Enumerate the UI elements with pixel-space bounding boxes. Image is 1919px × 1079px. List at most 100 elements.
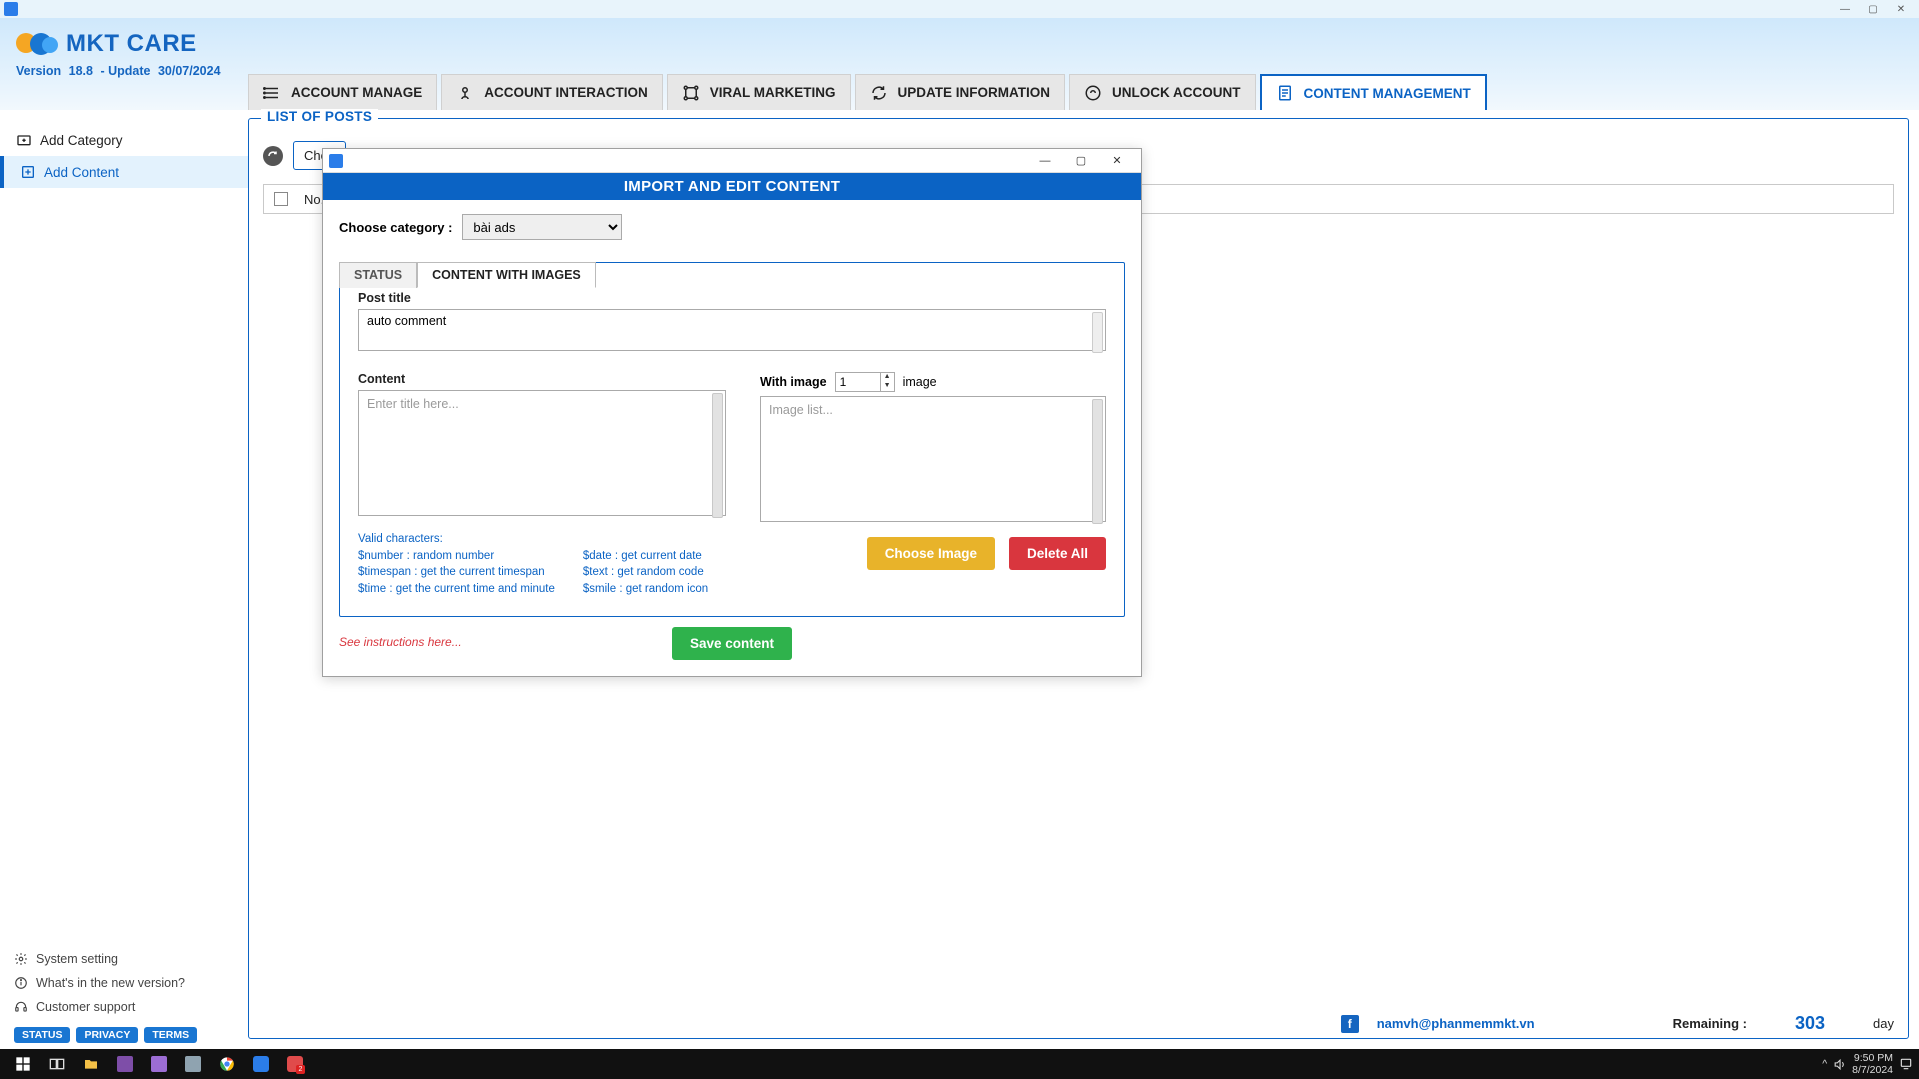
window-minimize-button[interactable]: — [1831, 1, 1859, 17]
select-all-checkbox[interactable] [274, 192, 288, 206]
hint-item: $number : random number [358, 548, 555, 565]
panel-title: LIST OF POSTS [261, 109, 378, 124]
tab-label: UNLOCK ACCOUNT [1112, 85, 1241, 100]
see-instructions-link[interactable]: See instructions here... [339, 635, 462, 649]
link-system-setting[interactable]: System setting [14, 947, 234, 971]
list-icon [263, 84, 281, 102]
choose-category-label: Choose category : [339, 220, 452, 235]
spinner-down[interactable]: ▼ [881, 382, 894, 391]
valid-characters-hints: Valid characters: $number : random numbe… [358, 531, 726, 598]
window-close-button[interactable]: ✕ [1887, 1, 1915, 17]
sidebar-item-label: Add Content [44, 165, 119, 180]
headset-icon [14, 1000, 28, 1014]
badge-status[interactable]: STATUS [14, 1027, 70, 1043]
link-whats-new[interactable]: What's in the new version? [14, 971, 234, 995]
subtab-content-with-images[interactable]: CONTENT WITH IMAGES [417, 262, 596, 288]
refresh-icon [870, 84, 888, 102]
badge-privacy[interactable]: PRIVACY [76, 1027, 138, 1043]
tray-chevron-icon[interactable]: ^ [1822, 1058, 1827, 1070]
subtab-status[interactable]: STATUS [339, 262, 417, 288]
choose-image-button[interactable]: Choose Image [867, 537, 995, 570]
sidebar-item-add-category[interactable]: Add Category [0, 124, 248, 156]
hint-item: $text : get random code [583, 564, 708, 581]
remaining-label: Remaining : [1673, 1016, 1747, 1031]
modal-app-icon [329, 154, 343, 168]
tab-update-information[interactable]: UPDATE INFORMATION [855, 74, 1066, 110]
post-title-input[interactable] [358, 309, 1106, 351]
post-title-label: Post title [358, 291, 1106, 305]
image-count-input[interactable] [835, 372, 881, 392]
file-explorer-icon[interactable] [74, 1051, 108, 1077]
badge-terms[interactable]: TERMS [144, 1027, 197, 1043]
app-name: MKT CARE [66, 30, 197, 58]
tray-date: 8/7/2024 [1852, 1064, 1893, 1076]
scrollbar-stub[interactable] [1092, 399, 1103, 524]
link-customer-support[interactable]: Customer support [14, 995, 234, 1019]
tray-volume-icon[interactable] [1833, 1058, 1846, 1071]
system-tray[interactable]: ^ 9:50 PM 8/7/2024 [1822, 1052, 1913, 1076]
os-taskbar: 2 ^ 9:50 PM 8/7/2024 [0, 1049, 1919, 1079]
hint-item: $date : get current date [583, 548, 708, 565]
start-button[interactable] [6, 1051, 40, 1077]
app-icon-4[interactable] [244, 1051, 278, 1077]
app-icon-3[interactable] [176, 1051, 210, 1077]
facebook-icon[interactable]: f [1341, 1015, 1359, 1033]
content-frame: STATUS CONTENT WITH IMAGES Post title Co… [339, 262, 1125, 617]
tab-unlock-account[interactable]: UNLOCK ACCOUNT [1069, 74, 1256, 110]
link-label: System setting [36, 952, 118, 966]
chrome-icon[interactable] [210, 1051, 244, 1077]
category-select[interactable]: bài ads [462, 214, 622, 240]
app-icon-5[interactable]: 2 [278, 1051, 312, 1077]
import-edit-content-modal: — ▢ ✕ IMPORT AND EDIT CONTENT Choose cat… [322, 148, 1142, 677]
scrollbar-stub[interactable] [1092, 312, 1103, 353]
folder-plus-icon [16, 132, 32, 148]
link-label: What's in the new version? [36, 976, 185, 990]
tab-label: CONTENT MANAGEMENT [1304, 86, 1471, 101]
image-list-textarea[interactable] [760, 396, 1106, 522]
contact-email[interactable]: namvh@phanmemmkt.vn [1377, 1016, 1535, 1031]
hint-item: $time : get the current time and minute [358, 581, 555, 598]
tray-notifications-icon[interactable] [1899, 1057, 1913, 1071]
content-textarea[interactable] [358, 390, 726, 516]
save-content-button[interactable]: Save content [672, 627, 792, 660]
link-label: Customer support [36, 1000, 135, 1014]
image-count-spinner[interactable]: ▲▼ [835, 372, 895, 392]
delete-all-button[interactable]: Delete All [1009, 537, 1106, 570]
tab-label: ACCOUNT MANAGE [291, 85, 422, 100]
tray-time: 9:50 PM [1852, 1052, 1893, 1064]
footer-strip: f namvh@phanmemmkt.vn Remaining : 303 da… [1341, 1013, 1894, 1034]
touch-icon [456, 84, 474, 102]
app-icon-1[interactable] [108, 1051, 142, 1077]
app-icon-2[interactable] [142, 1051, 176, 1077]
window-maximize-button[interactable]: ▢ [1859, 1, 1887, 17]
gear-icon [14, 952, 28, 966]
hint-item: $timespan : get the current timespan [358, 564, 555, 581]
remaining-unit: day [1873, 1016, 1894, 1031]
sidebar-bottom-links: System setting What's in the new version… [0, 947, 248, 1019]
tab-viral-marketing[interactable]: VIRAL MARKETING [667, 74, 851, 110]
tab-account-manage[interactable]: ACCOUNT MANAGE [248, 74, 437, 110]
network-icon [682, 84, 700, 102]
modal-maximize-button[interactable]: ▢ [1063, 150, 1099, 172]
sidebar-item-label: Add Category [40, 133, 123, 148]
hint-item: $smile : get random icon [583, 581, 708, 598]
scrollbar-stub[interactable] [712, 393, 723, 518]
modal-close-button[interactable]: ✕ [1099, 150, 1135, 172]
tab-label: ACCOUNT INTERACTION [484, 85, 648, 100]
sidebar-badges: STATUS PRIVACY TERMS [14, 1027, 197, 1043]
window-titlebar: — ▢ ✕ [0, 0, 1919, 18]
content-label: Content [358, 372, 726, 386]
with-image-label: With image [760, 375, 827, 389]
modal-minimize-button[interactable]: — [1027, 150, 1063, 172]
spinner-up[interactable]: ▲ [881, 373, 894, 382]
main-tabs: ACCOUNT MANAGE ACCOUNT INTERACTION VIRAL… [248, 72, 1919, 110]
task-view-icon[interactable] [40, 1051, 74, 1077]
sidebar-item-add-content[interactable]: Add Content [0, 156, 248, 188]
tab-content-management[interactable]: CONTENT MANAGEMENT [1260, 74, 1487, 110]
unlock-icon [1084, 84, 1102, 102]
tab-label: UPDATE INFORMATION [898, 85, 1051, 100]
tab-account-interaction[interactable]: ACCOUNT INTERACTION [441, 74, 663, 110]
app-icon [4, 2, 18, 16]
refresh-button[interactable] [263, 146, 283, 166]
document-icon [1276, 84, 1294, 102]
